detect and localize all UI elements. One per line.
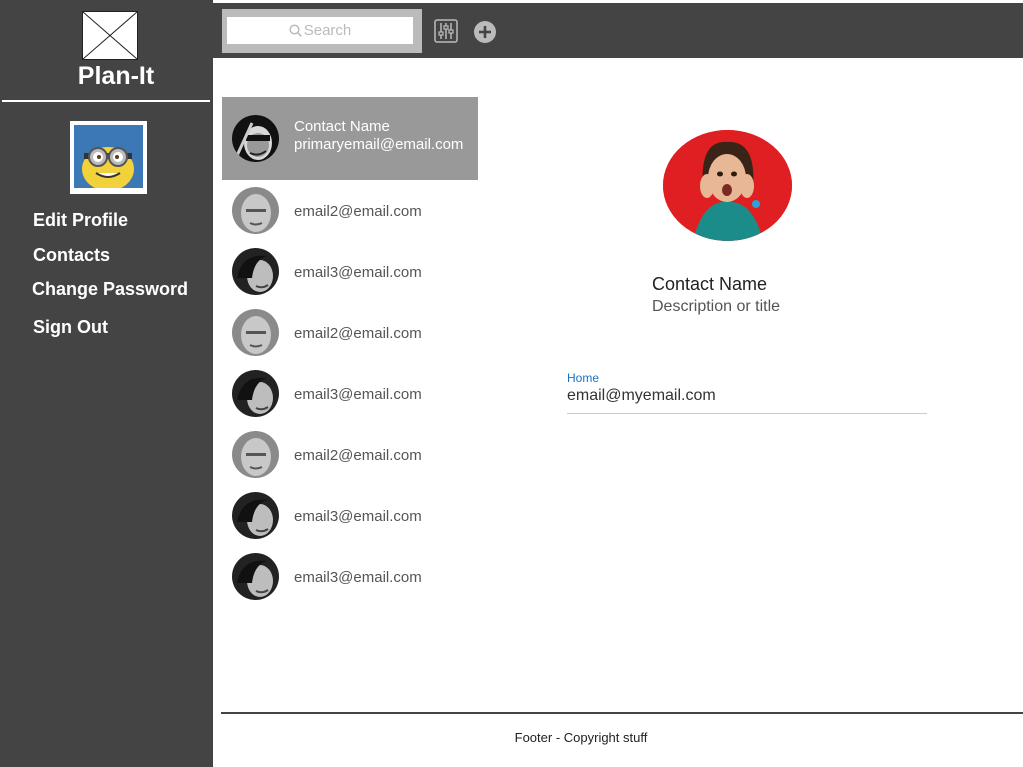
field-underline bbox=[567, 413, 927, 414]
contact-name: Contact Name bbox=[294, 118, 390, 135]
contact-email: email3@email.com bbox=[294, 386, 422, 403]
search-placeholder: Search bbox=[303, 22, 352, 39]
contact-email: email3@email.com bbox=[294, 569, 422, 586]
top-toolbar: Search bbox=[213, 3, 1023, 58]
contact-row-selected[interactable]: Contact Name primaryemail@email.com bbox=[222, 97, 478, 180]
nav-sign-out[interactable]: Sign Out bbox=[33, 317, 108, 338]
nav-contacts[interactable]: Contacts bbox=[33, 245, 110, 266]
contact-avatar bbox=[232, 431, 279, 478]
footer-divider bbox=[221, 712, 1023, 714]
contact-email: email3@email.com bbox=[294, 264, 422, 281]
contact-email: primaryemail@email.com bbox=[294, 136, 464, 153]
contact-row[interactable]: email3@email.com bbox=[222, 242, 478, 303]
search-input[interactable]: Search bbox=[227, 17, 413, 44]
detail-contact-title: Description or title bbox=[652, 298, 781, 315]
contact-row[interactable]: email2@email.com bbox=[222, 303, 478, 364]
contact-avatar bbox=[232, 553, 279, 600]
contact-row[interactable]: email2@email.com bbox=[222, 181, 478, 242]
contact-avatar bbox=[232, 187, 279, 234]
nav-edit-profile[interactable]: Edit Profile bbox=[33, 210, 128, 231]
nav-change-password[interactable]: Change Password bbox=[32, 279, 188, 300]
contact-photo bbox=[663, 130, 792, 241]
contact-row[interactable]: email2@email.com bbox=[222, 425, 478, 486]
contact-email: email2@email.com bbox=[294, 325, 422, 342]
search-container: Search bbox=[222, 9, 422, 53]
contact-email: email2@email.com bbox=[294, 447, 422, 464]
email-field-value[interactable]: email@myemail.com bbox=[567, 387, 716, 405]
contact-row[interactable]: email3@email.com bbox=[222, 364, 478, 425]
filter-sliders-icon[interactable] bbox=[434, 19, 458, 43]
contact-avatar bbox=[232, 309, 279, 356]
user-avatar[interactable] bbox=[70, 121, 147, 194]
contact-avatar bbox=[232, 248, 279, 295]
sidebar: Plan-It Edit Profile Contacts Change Pas… bbox=[0, 0, 213, 767]
email-field-label: Home bbox=[567, 371, 600, 385]
logo-placeholder-icon bbox=[82, 11, 138, 60]
add-icon[interactable] bbox=[474, 21, 496, 43]
search-icon bbox=[289, 24, 302, 37]
contact-avatar bbox=[232, 370, 279, 417]
contact-avatar bbox=[232, 115, 279, 162]
footer-text: Footer - Copyright stuff bbox=[514, 730, 648, 745]
contact-email: email3@email.com bbox=[294, 508, 422, 525]
contact-row[interactable]: email3@email.com bbox=[222, 486, 478, 547]
app-title: Plan-It bbox=[77, 62, 155, 90]
sidebar-divider bbox=[2, 100, 210, 102]
contact-email: email2@email.com bbox=[294, 203, 422, 220]
detail-contact-name: Contact Name bbox=[652, 274, 768, 294]
contact-avatar bbox=[232, 492, 279, 539]
contact-row[interactable]: email3@email.com bbox=[222, 547, 478, 608]
